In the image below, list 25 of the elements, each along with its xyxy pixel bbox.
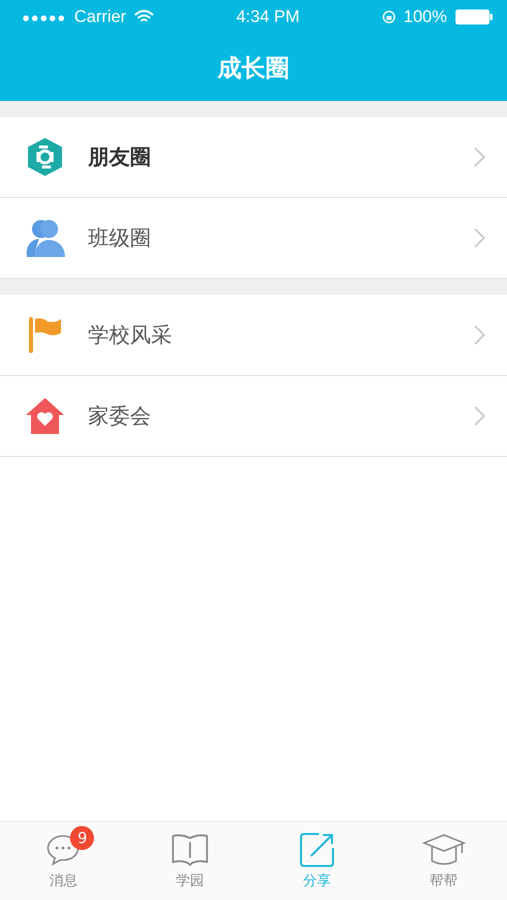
menu-label: 朋友圈 [88, 144, 152, 171]
rotation-lock-icon [382, 10, 396, 24]
tab-item[interactable]: 9 消息 [0, 822, 127, 900]
chat-icon [46, 834, 80, 866]
battery-percent: 100% [404, 7, 447, 27]
graduation-cap-icon [422, 833, 466, 867]
chevron-right-icon [474, 406, 485, 426]
share-icon [298, 832, 335, 868]
battery-icon [454, 9, 493, 25]
page-title: 成长圈 [218, 52, 290, 84]
menu-label: 班级圈 [88, 225, 152, 252]
signal-strength: ●●●●● [22, 10, 66, 24]
flag-icon [27, 316, 63, 354]
book-icon [171, 833, 210, 867]
chevron-right-icon [474, 325, 485, 345]
chevron-right-icon [474, 228, 485, 248]
carrier-name: Carrier [74, 7, 126, 27]
unread-count-badge: 9 [70, 826, 94, 850]
menu-label: 学校风采 [88, 322, 173, 349]
house-icon [25, 397, 65, 435]
status-time: 4:34 PM [236, 7, 300, 27]
wifi-icon [134, 10, 154, 24]
hexagon-icon [25, 137, 65, 177]
chevron-right-icon [474, 147, 485, 167]
menu-label: 家委会 [88, 403, 152, 430]
